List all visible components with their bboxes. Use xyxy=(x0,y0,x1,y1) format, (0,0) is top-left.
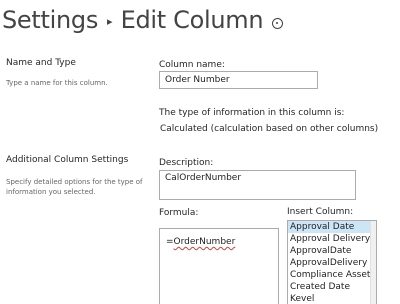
breadcrumb-separator-icon: ▸ xyxy=(107,14,113,28)
description-label: Description: xyxy=(159,158,214,168)
insert-column-list[interactable]: Approval Date Approval Delivery Approval… xyxy=(287,220,377,304)
type-info-label: The type of information in this column i… xyxy=(159,108,345,118)
page-title: Settings ▸ Edit Column xyxy=(2,0,284,40)
insert-column-item-approvaldate[interactable]: ApprovalDate xyxy=(288,245,376,257)
formula-label: Formula: xyxy=(159,208,199,218)
additional-settings-description: Specify detailed options for the type of… xyxy=(6,178,143,196)
insert-column-item-approvaldelivery[interactable]: ApprovalDelivery xyxy=(288,257,376,269)
insert-column-scrollbar[interactable] xyxy=(370,221,376,304)
type-info-value: Calculated (calculation based on other c… xyxy=(160,124,379,134)
name-type-heading: Name and Type xyxy=(6,58,76,68)
insert-column-item-compliance-asset-id[interactable]: Compliance Asset Id xyxy=(288,269,376,281)
formula-textarea[interactable]: =OrderNumber xyxy=(159,228,279,304)
insert-column-item-approval-date[interactable]: Approval Date xyxy=(288,221,376,233)
insert-column-label: Insert Column: xyxy=(287,207,354,217)
formula-reference: OrderNumber xyxy=(173,237,236,247)
breadcrumb-edit-column: Edit Column xyxy=(120,6,264,34)
formula-prefix: = xyxy=(166,237,174,247)
insert-column-item-kevel[interactable]: Kevel xyxy=(288,293,376,304)
name-type-description: Type a name for this column. xyxy=(6,79,108,87)
info-icon[interactable] xyxy=(272,17,284,29)
insert-column-item-approval-delivery[interactable]: Approval Delivery xyxy=(288,233,376,245)
column-name-label: Column name: xyxy=(159,60,225,70)
description-textarea[interactable]: CalOrderNumber xyxy=(159,170,356,200)
column-name-input[interactable] xyxy=(159,71,318,89)
breadcrumb-settings[interactable]: Settings xyxy=(2,6,98,34)
insert-column-item-created-date[interactable]: Created Date xyxy=(288,281,376,293)
additional-settings-heading: Additional Column Settings xyxy=(6,155,129,165)
